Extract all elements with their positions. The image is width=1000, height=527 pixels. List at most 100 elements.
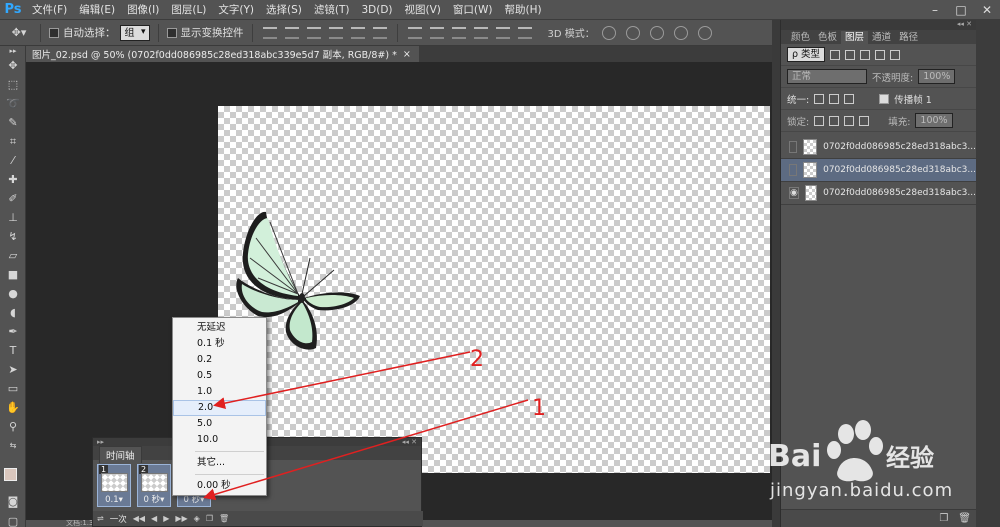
unify-style-icon[interactable]: [844, 93, 855, 104]
crop-tool-icon[interactable]: ⌗: [0, 132, 26, 151]
brush-tool-icon[interactable]: ✐: [0, 189, 26, 208]
filter-adjustment-icon[interactable]: [845, 49, 856, 60]
tween-icon[interactable]: ◈: [194, 514, 200, 523]
unify-visibility-icon[interactable]: [829, 93, 840, 104]
duplicate-frame-icon[interactable]: ❐: [206, 514, 213, 523]
panel-collapse-bar[interactable]: ◂◂ ✕: [781, 20, 976, 30]
play-button[interactable]: ▶: [163, 514, 169, 523]
next-frame-button[interactable]: ▶▶: [175, 514, 187, 523]
layer-row[interactable]: 0702f0dd086985c28ed318abc3...: [781, 159, 976, 182]
scale-3d-icon[interactable]: [697, 25, 712, 40]
filter-pixel-icon[interactable]: [830, 49, 841, 60]
show-transform-checkbox[interactable]: [166, 27, 177, 38]
distribute-top-icon[interactable]: [407, 26, 422, 39]
delay-option[interactable]: 10.0: [173, 432, 266, 448]
menu-layer[interactable]: 图层(L): [165, 0, 212, 20]
minimize-button[interactable]: –: [922, 0, 948, 20]
align-right-icon[interactable]: [372, 26, 387, 39]
menu-window[interactable]: 窗口(W): [447, 0, 499, 20]
pen-tool-icon[interactable]: ✒: [0, 322, 26, 341]
loop-dropdown[interactable]: 一次: [110, 513, 127, 525]
distribute-right-icon[interactable]: [517, 26, 532, 39]
animation-frame[interactable]: 2 0 秒▾: [137, 464, 171, 507]
foreground-color-swatch[interactable]: [4, 468, 17, 481]
animation-frame[interactable]: 1 0.1▾: [97, 464, 131, 507]
layer-filter-dropdown[interactable]: ρ 类型: [787, 47, 826, 62]
opacity-field[interactable]: 100%: [918, 69, 956, 84]
history-brush-tool-icon[interactable]: ↯: [0, 227, 26, 246]
lock-pixels-icon[interactable]: [829, 115, 840, 126]
distribute-vcenter-icon[interactable]: [429, 26, 444, 39]
gradient-tool-icon[interactable]: ■: [0, 265, 26, 284]
swap-colors-icon[interactable]: ⇆: [0, 436, 26, 455]
menu-select[interactable]: 选择(S): [260, 0, 308, 20]
document-tab[interactable]: 图片_02.psd @ 50% (0702f0dd086985c28ed318a…: [26, 46, 419, 62]
maximize-button[interactable]: □: [948, 0, 974, 20]
roll-3d-icon[interactable]: [625, 25, 640, 40]
fill-field[interactable]: 100%: [915, 113, 953, 128]
visibility-toggle[interactable]: [789, 141, 797, 153]
menu-file[interactable]: 文件(F): [26, 0, 73, 20]
delay-option[interactable]: 0.5: [173, 368, 266, 384]
delay-other-option[interactable]: 其它...: [173, 455, 266, 471]
slide-3d-icon[interactable]: [673, 25, 688, 40]
distribute-left-icon[interactable]: [473, 26, 488, 39]
tab-paths[interactable]: 路径: [895, 31, 922, 44]
filter-smart-object-icon[interactable]: [890, 49, 901, 60]
auto-select-dropdown[interactable]: 组: [119, 24, 150, 41]
layer-row[interactable]: ◉ 0702f0dd086985c28ed318abc3...: [781, 182, 976, 205]
delay-option[interactable]: 1.0: [173, 384, 266, 400]
auto-select-checkbox[interactable]: [49, 27, 59, 38]
zoom-tool-icon[interactable]: ⚲: [0, 417, 26, 436]
menu-help[interactable]: 帮助(H): [499, 0, 548, 20]
align-bottom-icon[interactable]: [306, 26, 321, 39]
distribute-hcenter-icon[interactable]: [495, 26, 510, 39]
first-frame-button[interactable]: ◀◀: [133, 514, 145, 523]
tab-layers[interactable]: 图层: [841, 31, 869, 44]
convert-timeline-icon[interactable]: ⇌: [97, 514, 104, 523]
unify-position-icon[interactable]: [814, 93, 825, 104]
tab-color[interactable]: 颜色: [787, 31, 814, 44]
tab-swatches[interactable]: 色板: [814, 31, 841, 44]
visibility-toggle[interactable]: [789, 164, 797, 176]
filter-shape-icon[interactable]: [875, 49, 886, 60]
lock-transparency-icon[interactable]: [814, 115, 825, 126]
healing-brush-tool-icon[interactable]: ✚: [0, 170, 26, 189]
marquee-tool-icon[interactable]: ⬚: [0, 75, 26, 94]
delay-option[interactable]: 0.2: [173, 352, 266, 368]
eraser-tool-icon[interactable]: ▱: [0, 246, 26, 265]
delay-option[interactable]: 0.1 秒: [173, 336, 266, 352]
hand-tool-icon[interactable]: ✋: [0, 398, 26, 417]
blend-mode-dropdown[interactable]: 正常: [787, 69, 867, 84]
type-tool-icon[interactable]: T: [0, 341, 26, 360]
align-vcenter-icon[interactable]: [284, 26, 299, 39]
tab-channels[interactable]: 通道: [868, 31, 895, 44]
menu-type[interactable]: 文字(Y): [212, 0, 260, 20]
distribute-bottom-icon[interactable]: [451, 26, 466, 39]
menu-3d[interactable]: 3D(D): [355, 0, 398, 20]
delete-frame-icon[interactable]: 🗑: [219, 514, 229, 523]
menu-view[interactable]: 视图(V): [399, 0, 447, 20]
menu-edit[interactable]: 编辑(E): [73, 0, 121, 20]
tab-timeline[interactable]: 时间轴: [99, 446, 142, 463]
align-left-icon[interactable]: [328, 26, 343, 39]
screen-mode-icon[interactable]: ▢: [0, 512, 26, 527]
propagate-frame-checkbox[interactable]: [879, 93, 890, 104]
menu-filter[interactable]: 滤镜(T): [308, 0, 356, 20]
delay-option[interactable]: 无延迟: [173, 320, 266, 336]
eye-icon[interactable]: ◉: [789, 187, 799, 199]
drag-3d-icon[interactable]: [649, 25, 664, 40]
toolbar-collapse-icon[interactable]: ▸▸: [0, 46, 26, 56]
align-hcenter-icon[interactable]: [350, 26, 365, 39]
close-button[interactable]: ✕: [974, 0, 1000, 20]
layer-row[interactable]: 0702f0dd086985c28ed318abc3...: [781, 136, 976, 159]
align-top-icon[interactable]: [262, 26, 277, 39]
lock-position-icon[interactable]: [844, 115, 855, 126]
dodge-tool-icon[interactable]: ◖: [0, 303, 26, 322]
blur-tool-icon[interactable]: ●: [0, 284, 26, 303]
quick-mask-icon[interactable]: ◙: [0, 492, 26, 511]
filter-type-icon[interactable]: [860, 49, 871, 60]
frame-delay[interactable]: 0 秒▾: [138, 493, 170, 505]
move-tool-icon[interactable]: ✥: [0, 56, 26, 75]
move-tool-preset-icon[interactable]: ✥▾: [6, 23, 32, 42]
